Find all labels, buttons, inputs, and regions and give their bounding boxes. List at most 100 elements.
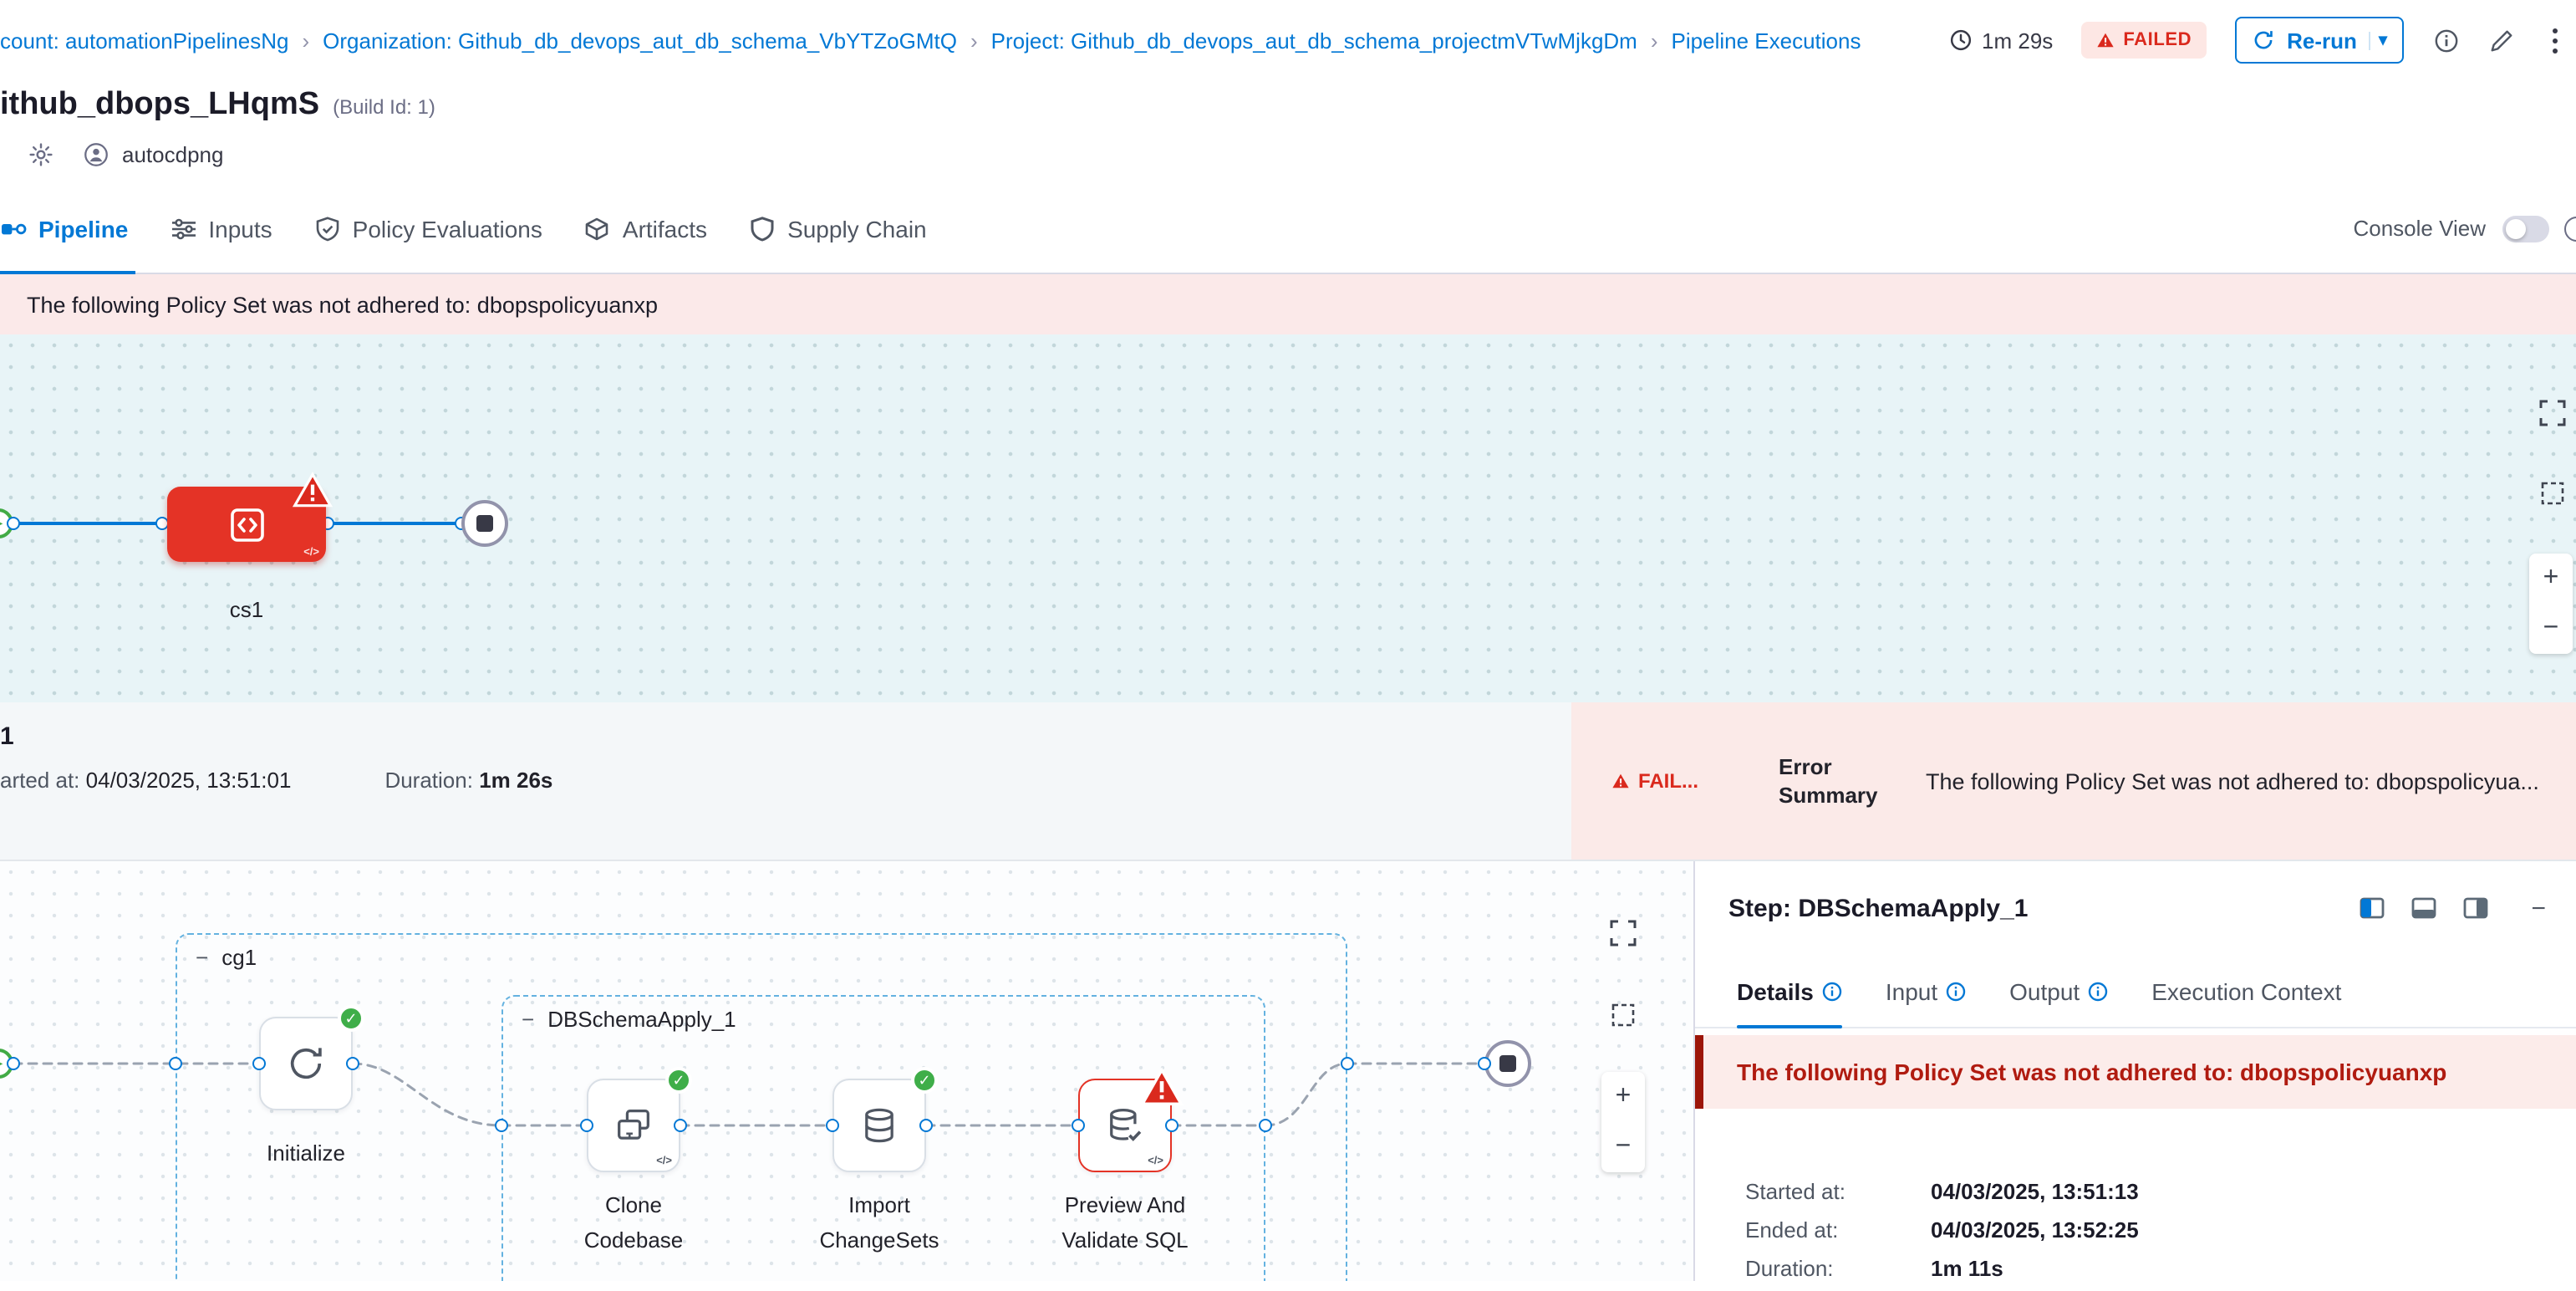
step-panel-tabs: Details Input Output Execution Context [1695, 955, 2576, 1028]
step-label-clone-codebase: Clone Codebase [542, 1187, 725, 1258]
stage-duration: Duration: 1m 26s [384, 768, 552, 793]
zoom-in-button[interactable]: + [2543, 565, 2559, 592]
fail-chip: FAIL... [1611, 769, 1722, 793]
zoom-controls: + − [2529, 554, 2573, 654]
step-node-preview-validate-sql[interactable]: </> [1078, 1079, 1172, 1172]
rerun-button[interactable]: Re-run ▾ [2235, 17, 2404, 64]
selection-mode-button[interactable] [2539, 480, 2566, 507]
breadcrumb-organization[interactable]: Organization: Github_db_devops_aut_db_sc… [323, 28, 957, 53]
layout-bottom-icon [2411, 895, 2437, 921]
refresh-icon [2252, 28, 2275, 52]
console-view-toggle[interactable] [2502, 215, 2549, 242]
pipeline-execution-page: count: automationPipelinesNg › Organizat… [0, 0, 2576, 1291]
step-label-import-changesets: Import ChangeSets [787, 1187, 971, 1258]
group-label-cg1: cg1 [221, 945, 257, 970]
console-view-control: Console View [2353, 215, 2549, 242]
stage-node-cs1[interactable]: </> [167, 487, 326, 562]
pipeline-stage-graph: ▶ </> cs1 + − [0, 334, 2576, 702]
console-view-label: Console View [2353, 216, 2486, 241]
help-icon[interactable] [2564, 216, 2576, 241]
step-node-clone-codebase[interactable]: ✓ </> [587, 1079, 680, 1172]
fullscreen-button[interactable] [1610, 920, 1637, 947]
stage-connector-line [328, 522, 461, 525]
duration-label: Duration: [384, 768, 473, 793]
tab-execution-context[interactable]: Execution Context [2151, 955, 2341, 1027]
layout-split-left-button[interactable] [2359, 895, 2385, 921]
connector-dot [826, 1119, 839, 1132]
layout-split-right-button[interactable] [2462, 895, 2489, 921]
connector-dot [1259, 1119, 1272, 1132]
zoom-out-button[interactable]: − [1616, 1134, 1632, 1161]
tab-details[interactable]: Details [1737, 955, 1842, 1027]
breadcrumb-pipeline-executions[interactable]: Pipeline Executions [1672, 28, 1861, 53]
step-node-import-changesets[interactable]: ✓ [832, 1079, 926, 1172]
zoom-out-button[interactable]: − [2543, 615, 2559, 642]
code-badge: </> [1148, 1156, 1163, 1167]
stage-started-at: arted at: 04/03/2025, 13:51:01 [0, 768, 291, 793]
connector-dot [674, 1119, 687, 1132]
step-label-line: Codebase [542, 1222, 725, 1258]
tab-pipeline[interactable]: Pipeline [0, 184, 128, 273]
tab-inputs[interactable]: Inputs [170, 184, 272, 273]
success-check-icon: ✓ [338, 1005, 364, 1032]
collapse-panel-button[interactable]: − [2531, 894, 2546, 922]
connector-dot [1478, 1057, 1491, 1070]
layout-left-icon [2359, 895, 2385, 921]
info-icon[interactable] [1946, 981, 1966, 1001]
tab-artifacts[interactable]: Artifacts [584, 184, 707, 273]
connector-dot [346, 1057, 359, 1070]
step-node-initialize[interactable]: ✓ [259, 1017, 353, 1110]
trigger-user: autocdpng [84, 141, 223, 166]
shield-icon [749, 215, 776, 242]
title-row: ithub_dbops_LHqmS (Build Id: 1) [0, 80, 2576, 124]
panel-layout-controls: − [2359, 894, 2546, 922]
expand-icon [2539, 400, 2566, 426]
group-header-cg1: − cg1 [196, 945, 257, 970]
tab-policy-evaluations[interactable]: Policy Evaluations [314, 184, 542, 273]
zoom-in-button[interactable]: + [1616, 1084, 1632, 1110]
clone-icon [612, 1104, 655, 1147]
layout-split-bottom-button[interactable] [2411, 895, 2437, 921]
detail-label: Ended at: [1745, 1217, 1931, 1243]
started-label: arted at: [0, 768, 79, 793]
shield-check-icon [314, 215, 341, 242]
edit-pipeline-button[interactable] [2487, 27, 2514, 54]
info-icon[interactable] [1822, 981, 1842, 1001]
info-icon[interactable] [2088, 981, 2108, 1001]
stop-icon [476, 515, 493, 532]
collapse-group-button[interactable]: − [196, 947, 208, 968]
execution-tabs: Pipeline Inputs Policy Evaluations Artif… [0, 184, 2576, 274]
success-check-icon: ✓ [665, 1067, 692, 1094]
info-button[interactable] [2432, 27, 2459, 54]
more-options-button[interactable] [2543, 28, 2566, 53]
selection-mode-button[interactable] [1610, 1002, 1637, 1028]
connector-dot [580, 1119, 593, 1132]
toggle-knob [2506, 218, 2526, 238]
build-id: (Build Id: 1) [333, 95, 435, 119]
tab-output[interactable]: Output [2009, 955, 2108, 1027]
breadcrumb-account[interactable]: count: automationPipelinesNg [0, 28, 288, 53]
step-details-list: Started at: 04/03/2025, 13:51:13 Ended a… [1695, 1109, 2576, 1281]
step-label-line: Clone [542, 1187, 725, 1222]
chevron-down-icon[interactable]: ▾ [2369, 31, 2387, 49]
collapse-group-button[interactable]: − [522, 1008, 534, 1030]
detail-label: Started at: [1745, 1179, 1931, 1204]
fullscreen-button[interactable] [2539, 400, 2566, 426]
tab-supply-chain[interactable]: Supply Chain [749, 184, 927, 273]
pipeline-end-node [461, 500, 508, 547]
breadcrumb-project[interactable]: Project: Github_db_devops_aut_db_schema_… [991, 28, 1637, 53]
trigger-user-name: autocdpng [122, 141, 223, 166]
error-summary-label: Error Summary [1779, 753, 1889, 809]
step-label-preview-validate-sql: Preview And Validate SQL [1033, 1187, 1217, 1258]
connector-dot [7, 517, 20, 530]
elapsed-time-value: 1m 29s [1982, 28, 2053, 53]
tab-details-label: Details [1737, 977, 1814, 1004]
layout-right-icon [2462, 895, 2489, 921]
clock-icon [1948, 28, 1972, 52]
group-label-dbschemaapply: DBSchemaApply_1 [547, 1007, 736, 1032]
detail-value: 04/03/2025, 13:51:13 [1931, 1179, 2576, 1204]
connector-dot [1072, 1119, 1085, 1132]
tab-input[interactable]: Input [1886, 955, 1966, 1027]
gear-icon[interactable] [28, 141, 53, 166]
elapsed-time: 1m 29s [1948, 28, 2053, 53]
